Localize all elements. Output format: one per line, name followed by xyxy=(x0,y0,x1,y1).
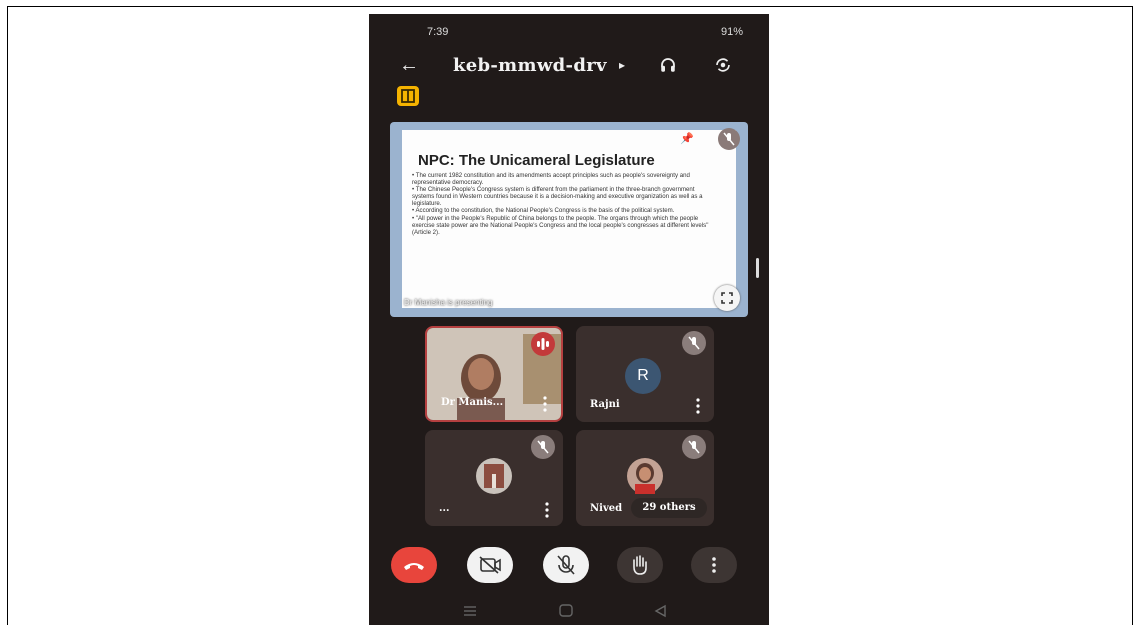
participant-tile[interactable]: R Rajni xyxy=(576,326,714,422)
switch-camera-icon[interactable] xyxy=(713,56,733,74)
call-controls xyxy=(369,547,769,587)
scrollbar[interactable] xyxy=(756,258,759,278)
phone-screen: 7:39 91% ← keb-mmwd-drv ▸ 📌 NPC: The Uni… xyxy=(369,14,769,625)
more-options-icon[interactable] xyxy=(696,398,700,414)
hand-icon xyxy=(633,555,647,575)
participant-name: Rajni xyxy=(590,399,620,410)
meeting-code[interactable]: keb-mmwd-drv xyxy=(453,55,607,76)
more-options-icon[interactable] xyxy=(543,396,547,412)
meeting-header: ← keb-mmwd-drv ▸ xyxy=(369,48,769,84)
fullscreen-icon[interactable] xyxy=(714,285,740,311)
camera-toggle-button[interactable] xyxy=(467,547,513,583)
chevron-right-icon[interactable]: ▸ xyxy=(619,58,625,72)
presentation-tile[interactable]: 📌 NPC: The Unicameral Legislature • The … xyxy=(390,122,748,317)
more-options-icon[interactable] xyxy=(545,502,549,518)
meeting-info-icon[interactable] xyxy=(397,86,419,106)
microphone-toggle-button[interactable] xyxy=(543,547,589,583)
camera-off-icon xyxy=(479,556,501,574)
end-call-button[interactable] xyxy=(391,547,437,583)
status-time: 7:39 xyxy=(427,26,449,38)
slide-bullet: • The Chinese People's Congress system i… xyxy=(412,186,703,208)
participant-name: Dr Manis... xyxy=(441,397,504,408)
participant-name: ... xyxy=(439,503,450,514)
mic-off-icon xyxy=(557,555,575,575)
muted-icon xyxy=(531,435,555,459)
muted-icon xyxy=(682,331,706,355)
headphones-icon[interactable] xyxy=(659,56,677,74)
system-nav-bar xyxy=(369,597,769,625)
back-nav-icon[interactable] xyxy=(654,604,666,618)
muted-icon xyxy=(682,435,706,459)
menu-nav-icon[interactable] xyxy=(464,606,476,616)
participant-tile[interactable]: Dr Manis... xyxy=(425,326,563,422)
slide-title: NPC: The Unicameral Legislature xyxy=(418,152,655,169)
avatar: R xyxy=(625,358,661,394)
slide-bullet: • According to the constitution, the Nat… xyxy=(412,207,675,215)
presenting-label: Dr Manisha is presenting xyxy=(404,298,493,307)
speaking-indicator-icon xyxy=(531,332,555,356)
raise-hand-button[interactable] xyxy=(617,547,663,583)
status-bar: 7:39 91% xyxy=(369,22,769,42)
participant-name: Nived xyxy=(590,503,623,514)
others-count-badge[interactable]: 29 others xyxy=(631,498,707,518)
more-options-button[interactable] xyxy=(691,547,737,583)
slide-bullet: • "All power in the People's Republic of… xyxy=(412,214,709,236)
pin-icon[interactable]: 📌 xyxy=(680,132,694,145)
avatar xyxy=(627,458,663,494)
avatar xyxy=(476,458,512,494)
slide-bullets: • The current 1982 constitution and its … xyxy=(412,172,717,236)
back-arrow-icon[interactable]: ← xyxy=(399,54,419,77)
slide-bullet: • The current 1982 constitution and its … xyxy=(412,172,690,187)
more-vertical-icon xyxy=(712,557,716,573)
home-nav-icon[interactable] xyxy=(559,604,573,617)
status-battery: 91% xyxy=(720,26,743,38)
participant-tile[interactable]: ... xyxy=(425,430,563,526)
muted-icon xyxy=(718,128,740,150)
phone-hangup-icon xyxy=(404,563,424,570)
